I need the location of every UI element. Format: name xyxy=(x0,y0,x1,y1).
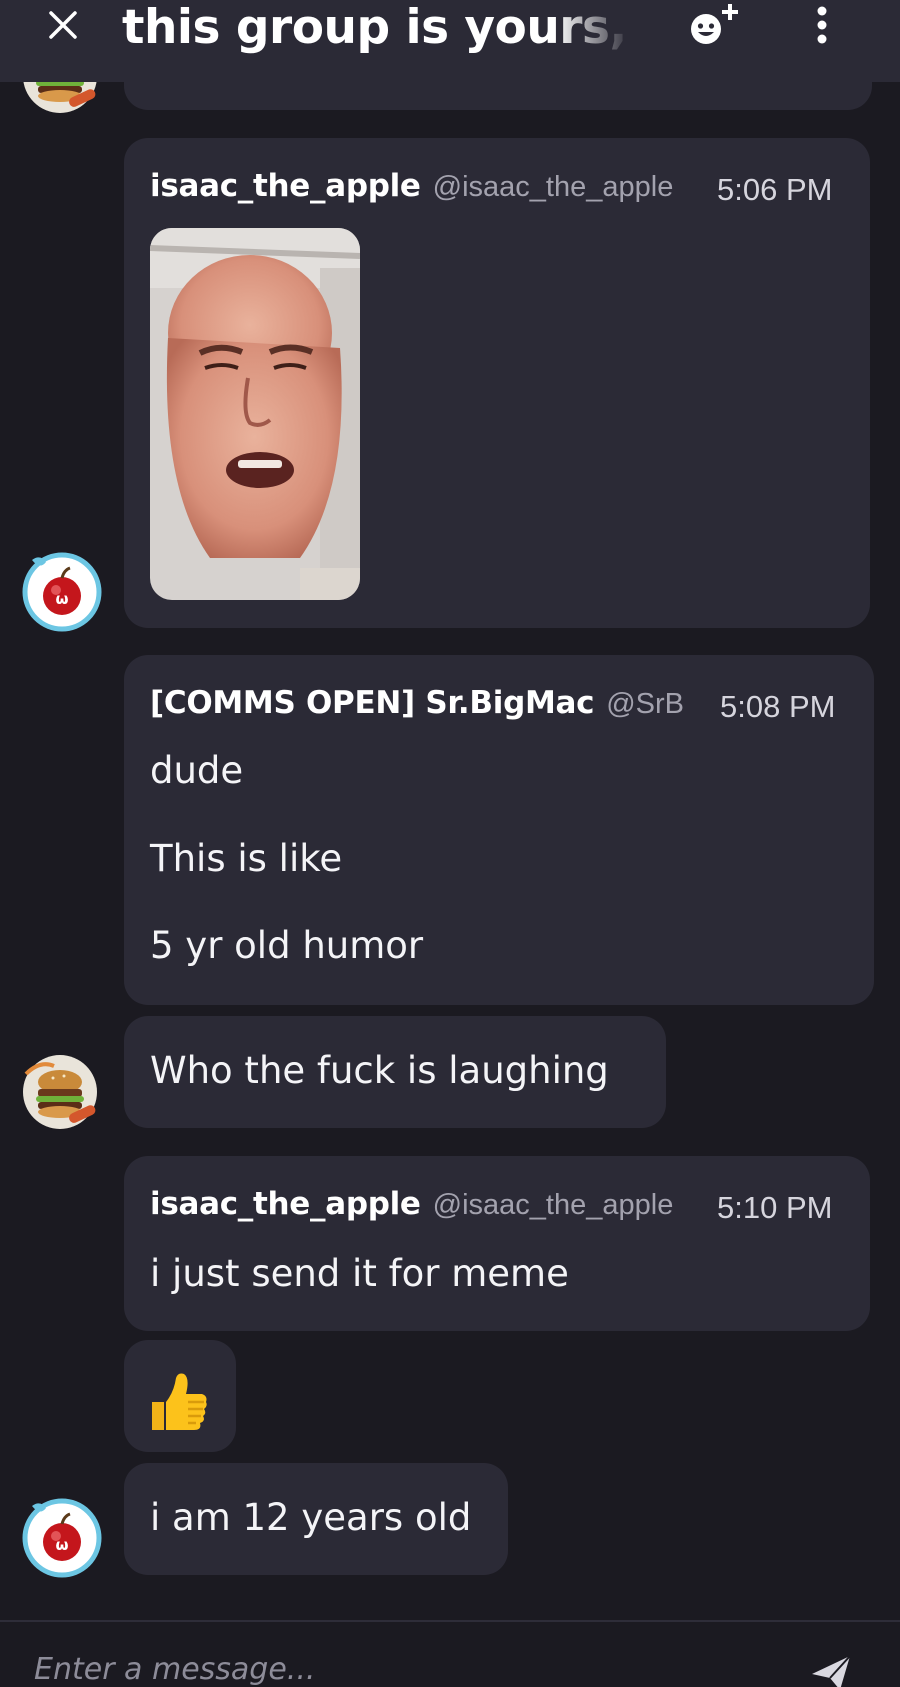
author-handle: @isaac_the_apple xyxy=(432,1189,674,1221)
message-text: Who the fuck is laughing xyxy=(150,1049,609,1092)
message-composer xyxy=(0,1620,900,1687)
message-header: isaac_the_apple @isaac_the_apple xyxy=(150,168,690,212)
add-emoji-button[interactable] xyxy=(684,2,744,52)
message-header: [COMMS OPEN] Sr.BigMac @SrB xyxy=(150,685,690,729)
message-text: i am 12 years old xyxy=(150,1496,472,1539)
message-card[interactable]: isaac_the_apple @isaac_the_apple 5:10 PM… xyxy=(124,1156,870,1331)
timestamp: 5:08 PM xyxy=(720,689,836,724)
message-header: isaac_the_apple @isaac_the_apple xyxy=(150,1186,690,1230)
message-card[interactable] xyxy=(124,1340,236,1452)
message-text: dude xyxy=(150,749,244,792)
video-thumbnail-image xyxy=(150,228,360,600)
more-options-button[interactable] xyxy=(800,0,844,52)
group-title[interactable]: this group is yours, j xyxy=(122,0,632,56)
apple-avatar: ω xyxy=(22,552,102,632)
author-name[interactable]: isaac_the_apple xyxy=(150,168,421,204)
add-emoji-icon xyxy=(691,4,738,44)
send-icon xyxy=(812,1655,851,1687)
message-text: This is like xyxy=(150,837,343,880)
svg-text:ω: ω xyxy=(55,590,68,608)
avatar[interactable]: ω xyxy=(22,1498,102,1578)
thumbs-up-emoji xyxy=(152,1373,207,1430)
close-icon xyxy=(49,11,77,39)
video-thumbnail[interactable] xyxy=(150,228,360,600)
author-name[interactable]: [COMMS OPEN] Sr.BigMac xyxy=(150,685,595,721)
more-vertical-icon xyxy=(817,6,827,44)
timestamp: 5:06 PM xyxy=(717,172,833,207)
timestamp: 5:10 PM xyxy=(717,1190,833,1225)
message-input[interactable] xyxy=(34,1644,754,1687)
chat-header: this group is yours, j xyxy=(0,0,900,82)
author-handle: @isaac_the_apple xyxy=(432,171,674,203)
close-button[interactable] xyxy=(38,0,88,50)
send-button[interactable] xyxy=(810,1652,860,1687)
avatar[interactable] xyxy=(20,1052,100,1132)
author-handle: @SrB xyxy=(606,688,684,720)
bigmac-avatar xyxy=(23,1055,97,1129)
author-name[interactable]: isaac_the_apple xyxy=(150,1186,421,1222)
avatar[interactable]: ω xyxy=(22,552,102,632)
apple-avatar: ω xyxy=(22,1498,102,1578)
message-text: 5 yr old humor xyxy=(150,924,424,967)
message-card[interactable]: Who the fuck is laughing xyxy=(124,1016,666,1128)
message-card[interactable]: isaac_the_apple @isaac_the_apple 5:06 PM xyxy=(124,138,870,628)
message-card[interactable]: i am 12 years old xyxy=(124,1463,508,1575)
message-text: i just send it for meme xyxy=(150,1252,569,1295)
chat-screen: this group is yours, j isaac_the_apple @… xyxy=(0,0,900,1687)
message-card[interactable]: [COMMS OPEN] Sr.BigMac @SrB 5:08 PM dude… xyxy=(124,655,874,1005)
svg-text:ω: ω xyxy=(55,1536,68,1554)
